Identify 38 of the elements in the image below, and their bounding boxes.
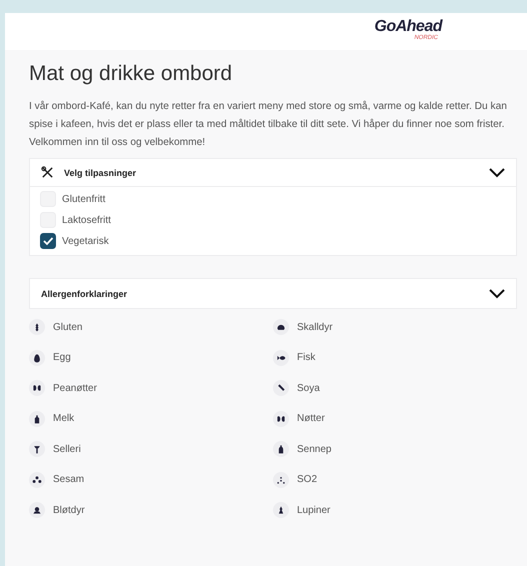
allergen-label: Gluten	[53, 322, 82, 332]
fish-icon	[273, 350, 289, 366]
page-title: Mat og drikke ombord	[29, 62, 234, 86]
option-label: Laktosefritt	[62, 214, 111, 226]
option-label: Vegetarisk	[62, 236, 109, 246]
egg-icon	[29, 350, 45, 366]
logo[interactable]: GoAhead	[374, 19, 442, 35]
allergen-label: Egg	[53, 352, 71, 363]
allergen-label: Fisk	[297, 352, 316, 363]
panel-title: Allergenforklaringer	[41, 288, 128, 298]
peanut-icon	[29, 380, 45, 396]
chevron-down-icon	[489, 168, 505, 178]
allergen-label: Skalldyr	[297, 322, 333, 332]
allergen-panel[interactable]: Allergenforklaringer	[29, 278, 517, 309]
chevron-down-icon	[489, 288, 505, 298]
celery-icon	[29, 441, 45, 457]
allergen-label: Sesam	[53, 474, 84, 485]
allergen-label: Nøtter	[297, 413, 325, 424]
intro-text: I vår ombord-Kafé, kan du nyte retter fra en variert meny med store og små, varme og kalde retter. Du kan spise i kafeen, hvis det er plass eller ta med måltidet tilbake til ditt sete. Vi håper du finner noe som frister. Velkommen inn til oss og velbekomme!	[29, 100, 508, 150]
allergen-label: Peanøtter	[53, 382, 97, 394]
allergen-label: Melk	[53, 413, 74, 424]
allergen-label: Soya	[297, 382, 320, 394]
checkbox[interactable]	[40, 233, 56, 249]
wheat-icon	[29, 319, 45, 335]
panel-title: Velg tilpasninger	[64, 168, 138, 178]
jar-icon	[273, 441, 289, 457]
allergen-label: SO2	[297, 474, 318, 485]
allergen-label: Sennep	[297, 444, 332, 454]
lupin-icon	[273, 502, 289, 518]
molecule-icon	[273, 472, 289, 488]
allergen-label: Lupiner	[297, 504, 330, 516]
allergen-label: Bløtdyr	[53, 504, 85, 516]
nut-icon	[273, 410, 289, 426]
allergen-label: Selleri	[53, 444, 81, 454]
bottle-icon	[29, 410, 45, 426]
option-label: Glutenfritt	[62, 194, 106, 204]
filter-header[interactable]: Velg tilpasninger	[30, 159, 516, 187]
seeds-icon	[29, 472, 45, 488]
